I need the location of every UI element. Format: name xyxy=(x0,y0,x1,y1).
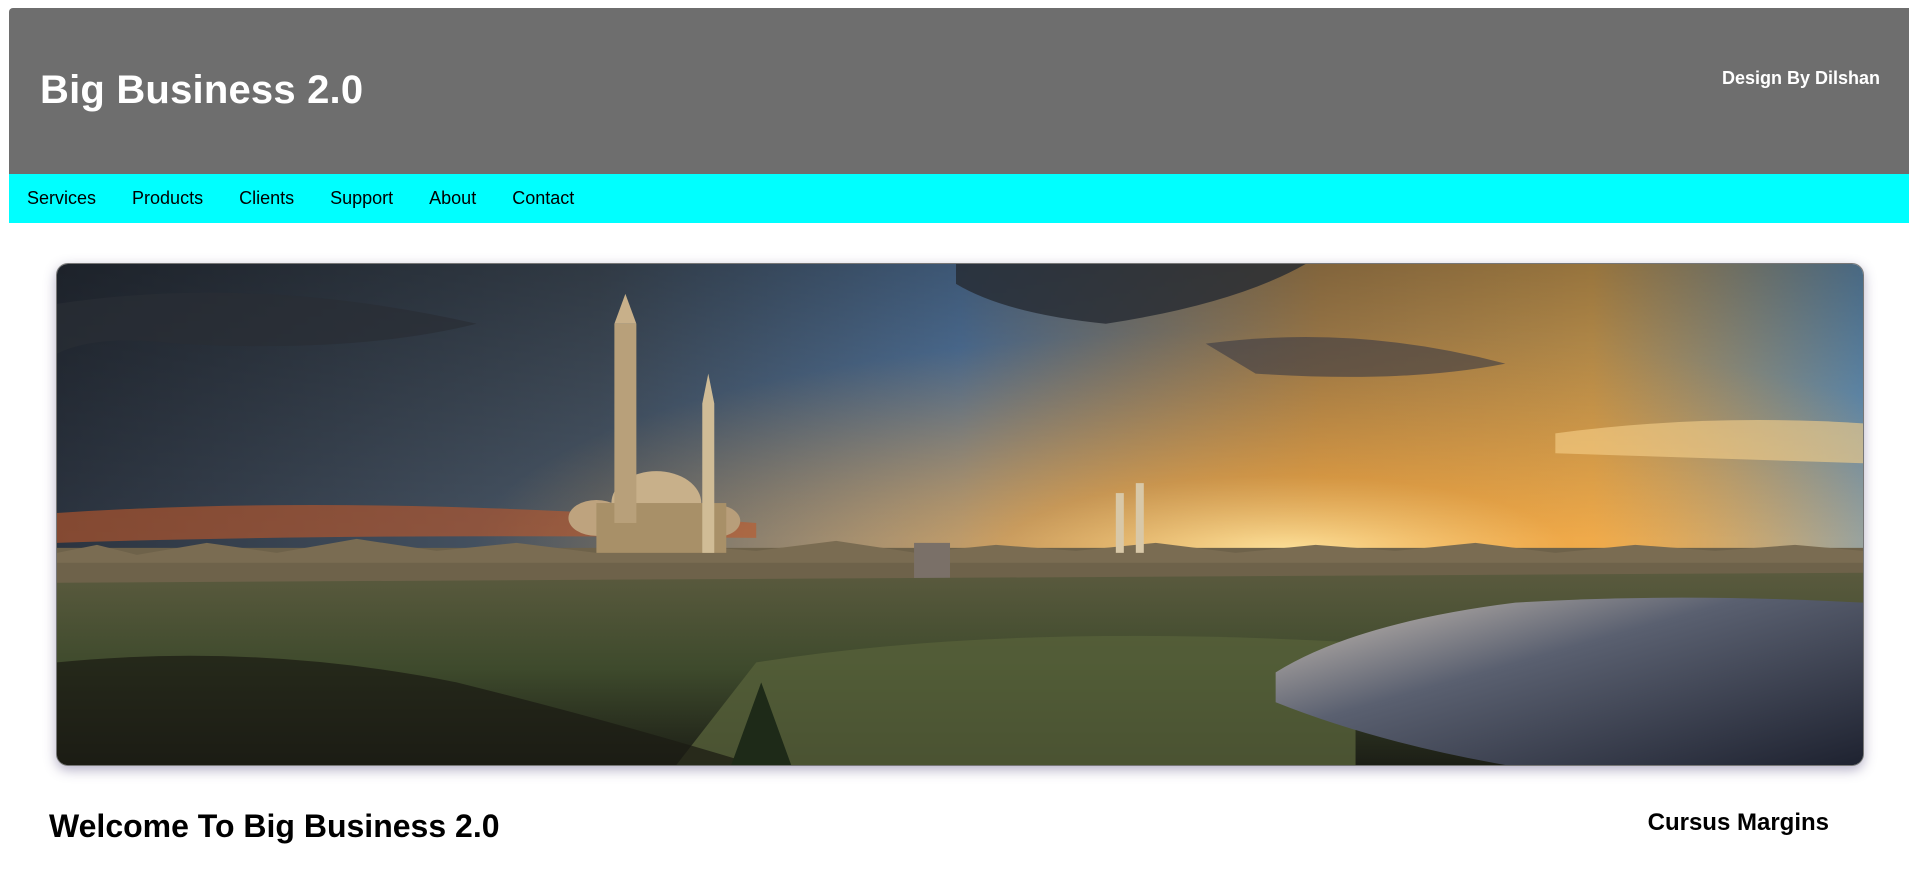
site-title[interactable]: Big Business 2.0 xyxy=(40,68,363,113)
banner-image xyxy=(56,263,1864,766)
nav-item-clients[interactable]: Clients xyxy=(239,188,294,209)
nav-item-about[interactable]: About xyxy=(429,188,476,209)
city-skyline-sunset-image xyxy=(57,264,1863,765)
sidebar-heading: Cursus Margins xyxy=(1647,809,1829,836)
welcome-heading: Welcome To Big Business 2.0 xyxy=(49,808,500,844)
nav-item-support[interactable]: Support xyxy=(330,188,393,209)
nav-item-products[interactable]: Products xyxy=(132,188,203,209)
nav-item-contact[interactable]: Contact xyxy=(512,188,574,209)
site-header: Big Business 2.0 Design By Dilshan xyxy=(9,8,1909,174)
main-nav: Services Products Clients Support About … xyxy=(9,174,1909,223)
nav-item-services[interactable]: Services xyxy=(27,188,96,209)
design-credit: Design By Dilshan xyxy=(1721,68,1880,88)
